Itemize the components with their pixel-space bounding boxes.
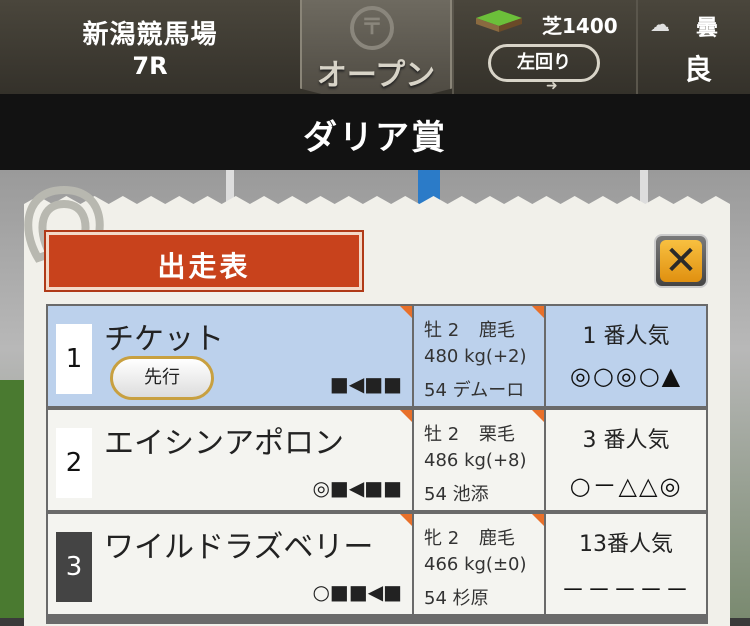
- sex-age: 牡 2: [424, 320, 460, 341]
- jockey: 54 デムーロ: [424, 380, 525, 401]
- grade-badge: 〒 オープン: [300, 0, 452, 108]
- entry-table: 1 チケット 先行 ■◀■■ 牡 2 鹿毛 480 kg(+2) 54 デムーロ…: [46, 304, 708, 624]
- horse-name: チケット: [104, 322, 224, 357]
- recent-results: ■◀■■: [329, 372, 402, 396]
- body-weight: 480 kg(+2): [424, 346, 527, 367]
- close-button[interactable]: ✕: [654, 234, 708, 288]
- horse-info-cell: 牡 2 鹿毛 480 kg(+2) 54 デムーロ: [414, 306, 544, 406]
- corner-marker: [400, 306, 412, 318]
- race-title: ダリア賞: [303, 118, 447, 158]
- running-style-badge: 先行: [110, 356, 214, 400]
- coat-color: 栗毛: [478, 424, 515, 445]
- course-block: 芝1400 左回り ➜: [452, 0, 638, 94]
- horse-info-cell: 牡 2 栗毛 486 kg(+8) 54 池添: [414, 410, 544, 510]
- recent-results: ◎■◀■■: [312, 476, 402, 500]
- sex-age-coat: 牡 2 栗毛: [424, 420, 515, 446]
- close-icon: ✕: [660, 240, 702, 282]
- sex-age: 牝 2: [424, 528, 460, 549]
- popularity: 13番人気: [579, 532, 673, 557]
- coat-color: 鹿毛: [478, 528, 515, 549]
- sex-age-coat: 牡 2 鹿毛: [424, 316, 515, 342]
- jockey: 54 池添: [424, 484, 489, 505]
- venue-block: 新潟競馬場 7R: [0, 0, 300, 94]
- course-surface: 芝1400: [542, 14, 618, 38]
- popularity-cell: 3 番人気 ○－△△◎: [546, 410, 706, 510]
- cloud-icon: ☁: [650, 12, 670, 36]
- recent-results: ○■■◀■: [312, 580, 402, 604]
- sex-age-coat: 牝 2 鹿毛: [424, 524, 515, 550]
- popularity-cell: 1 番人気 ◎○◎○▲: [546, 306, 706, 406]
- coat-color: 鹿毛: [478, 320, 515, 341]
- turn-direction: 左回り: [488, 44, 600, 82]
- body-weight: 466 kg(±0): [424, 554, 527, 575]
- title-bar: ダリア賞: [0, 94, 750, 170]
- weather-text: 曇: [696, 16, 719, 41]
- entry-table-heading: 出走表: [46, 232, 362, 290]
- sex-age: 牡 2: [424, 424, 460, 445]
- corner-marker: [400, 514, 412, 526]
- horse-number: 1: [56, 324, 92, 394]
- horse-cell: 2 エイシンアポロン ◎■◀■■: [48, 410, 412, 510]
- track-condition: 良: [684, 53, 713, 86]
- venue-name: 新潟競馬場: [82, 20, 218, 50]
- horse-number: 2: [56, 428, 92, 498]
- horse-info-cell: 牝 2 鹿毛 466 kg(±0) 54 杉原: [414, 514, 544, 614]
- horse-cell: 1 チケット 先行 ■◀■■: [48, 306, 412, 406]
- corner-marker: [532, 410, 544, 422]
- horse-number: 3: [56, 532, 92, 602]
- prediction-marks: ◎○◎○▲: [569, 362, 683, 390]
- heading-label: 出走表: [157, 250, 251, 283]
- popularity-cell: 13番人気 －－－－－: [546, 514, 706, 614]
- entry-row[interactable]: 1 チケット 先行 ■◀■■ 牡 2 鹿毛 480 kg(+2) 54 デムーロ…: [46, 304, 708, 406]
- arrow-right-icon: ➜: [546, 78, 558, 94]
- weather-block: ☁ 曇 良: [636, 0, 750, 94]
- jockey: 54 杉原: [424, 588, 489, 609]
- corner-marker: [532, 306, 544, 318]
- emblem-icon: 〒: [350, 6, 394, 50]
- horse-name: ワイルドラズベリー: [104, 530, 374, 565]
- horse-cell: 3 ワイルドラズベリー ○■■◀■: [48, 514, 412, 614]
- prediction-marks: －－－－－: [561, 576, 691, 604]
- race-number: 7R: [132, 52, 168, 80]
- popularity: 3 番人気: [582, 428, 670, 453]
- corner-marker: [532, 514, 544, 526]
- entry-row[interactable]: 2 エイシンアポロン ◎■◀■■ 牡 2 栗毛 486 kg(+8) 54 池添…: [46, 408, 708, 510]
- popularity: 1 番人気: [582, 324, 670, 349]
- entry-row[interactable]: 3 ワイルドラズベリー ○■■◀■ 牝 2 鹿毛 466 kg(±0) 54 杉…: [46, 512, 708, 614]
- grade-label: オープン: [316, 58, 436, 93]
- body-weight: 486 kg(+8): [424, 450, 527, 471]
- horse-name: エイシンアポロン: [104, 426, 344, 461]
- corner-marker: [400, 410, 412, 422]
- prediction-marks: ○－△△◎: [569, 472, 683, 500]
- turf-icon: [476, 10, 522, 32]
